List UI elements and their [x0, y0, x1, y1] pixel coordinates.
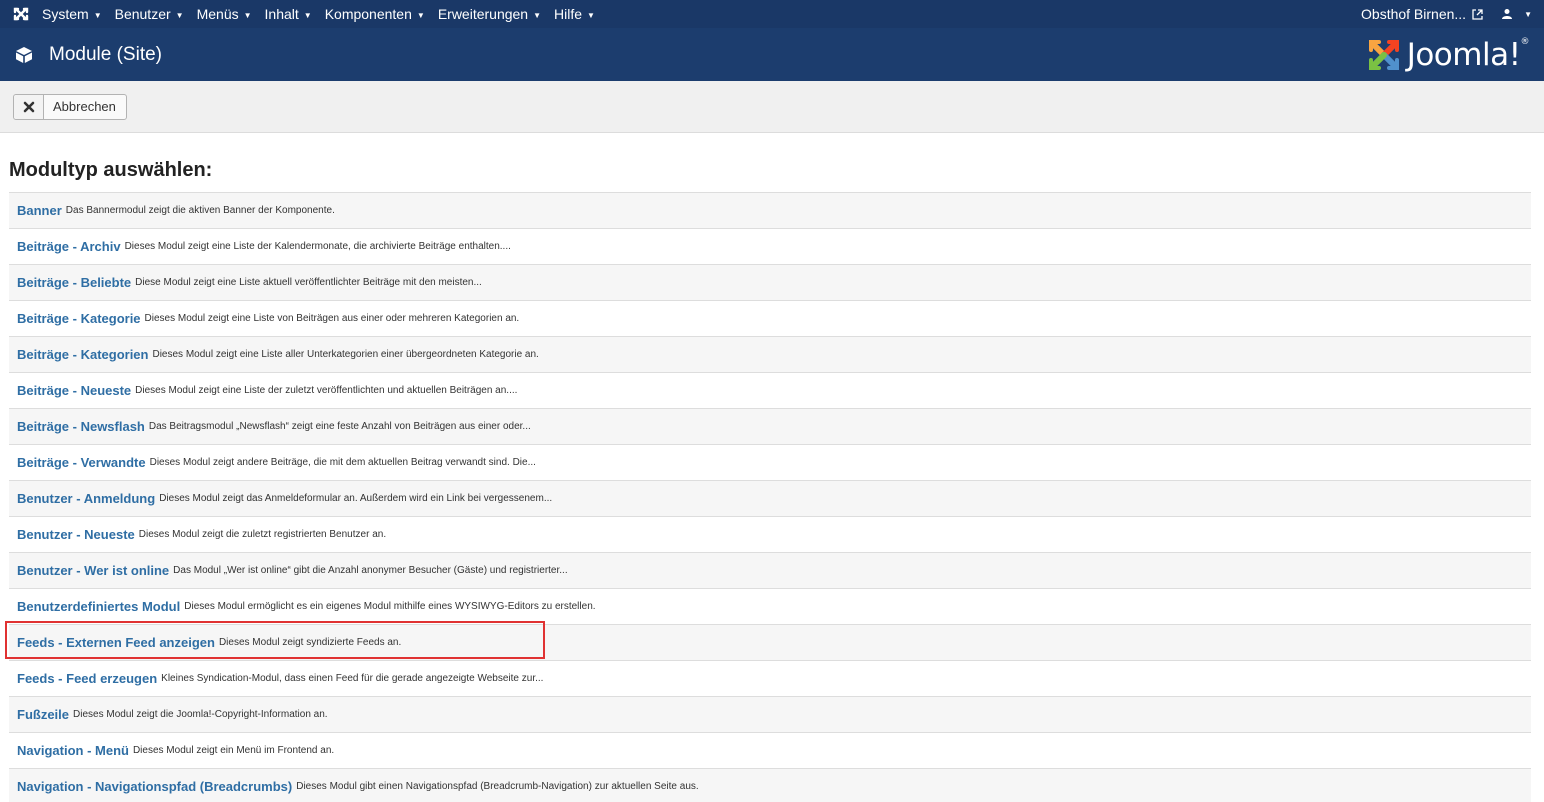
module-description: Das Modul „Wer ist online“ gibt die Anza…: [173, 565, 568, 576]
menu-erweiterungen[interactable]: Erweiterungen ▼: [438, 6, 541, 22]
module-item: Beiträge - Newsflash Das Beitragsmodul „N…: [9, 409, 1531, 445]
module-link[interactable]: Beiträge - Kategorie: [17, 311, 141, 326]
module-description: Dieses Modul zeigt ein Menü im Frontend …: [132, 745, 335, 756]
module-link[interactable]: Benutzer - Anmeldung: [17, 491, 155, 506]
page-title: Module (Site): [49, 43, 162, 65]
menu-menues[interactable]: Menüs ▼: [197, 6, 252, 22]
joomla-icon[interactable]: [12, 5, 30, 23]
caret-down-icon: ▼: [533, 10, 542, 20]
module-item: Fußzeile Dieses Modul zeigt die Joomla!-C…: [9, 697, 1531, 733]
module-description: Dieses Modul zeigt andere Beiträge, die …: [149, 457, 536, 468]
menu-menues-label: Menüs: [196, 6, 239, 22]
joomla-logo-icon: [1368, 39, 1399, 70]
module-item: Beiträge - Kategorien Dieses Modul zeigt …: [9, 337, 1531, 373]
module-description: Das Beitragsmodul „Newsflash“ zeigt eine…: [148, 421, 531, 432]
module-link[interactable]: Benutzer - Neueste: [17, 527, 135, 542]
menu-benutzer[interactable]: Benutzer ▼: [115, 6, 184, 22]
module-description: Dieses Modul zeigt eine Liste der Kalend…: [124, 241, 511, 252]
module-item: Beiträge - Beliebte Diese Modul zeigt ein…: [9, 265, 1531, 301]
module-description: Dieses Modul zeigt eine Liste aller Unte…: [152, 349, 539, 360]
external-link-icon: [1472, 8, 1483, 20]
main-content: Modultyp auswählen: Banner Das Bannermodu…: [0, 158, 1544, 802]
module-description: Dieses Modul zeigt eine Liste der zuletz…: [135, 385, 518, 396]
joomla-logo: Joomla!®: [1367, 37, 1529, 73]
module-description: Das Bannermodul zeigt die aktiven Banner…: [65, 205, 335, 216]
module-item: Navigation - Menü Dieses Modul zeigt ein …: [9, 733, 1531, 769]
caret-down-icon: ▼: [93, 10, 102, 20]
toolbar: Abbrechen: [0, 81, 1544, 133]
joomla-wordmark: Joomla!®: [1406, 36, 1530, 73]
module-link[interactable]: Beiträge - Verwandte: [17, 455, 146, 470]
module-link[interactable]: Beiträge - Newsflash: [17, 419, 145, 434]
user-menu[interactable]: ▼: [1501, 8, 1532, 20]
cube-icon: [15, 46, 33, 64]
logo-text: Joomla!: [1406, 36, 1521, 73]
module-link[interactable]: Benutzer - Wer ist online: [17, 563, 169, 578]
caret-down-icon: ▼: [1524, 9, 1532, 19]
module-description: Dieses Modul zeigt eine Liste von Beiträ…: [144, 313, 520, 324]
module-item: Feeds - Externen Feed anzeigen Dieses Mod…: [5, 621, 1531, 661]
module-item: Benutzer - Anmeldung Dieses Modul zeigt d…: [9, 481, 1531, 517]
logo-registered-mark: ®: [1520, 36, 1530, 47]
close-icon: [14, 94, 44, 119]
module-link[interactable]: Feeds - Feed erzeugen: [17, 671, 157, 686]
module-item: Feeds - Feed erzeugen Kleines Syndication…: [9, 661, 1531, 697]
menu-system[interactable]: System ▼: [42, 6, 102, 22]
module-description: Dieses Modul ermöglicht es ein eigenes M…: [184, 601, 596, 612]
module-item: Benutzerdefiniertes Modul Dieses Modul er…: [9, 589, 1531, 625]
top-right: Obsthof Birnen... ▼: [1361, 6, 1532, 22]
user-icon: [1502, 9, 1513, 19]
module-item: Beiträge - Verwandte Dieses Modul zeigt a…: [9, 445, 1531, 481]
caret-down-icon: ▼: [175, 10, 184, 20]
caret-down-icon: ▼: [303, 10, 312, 20]
menu-komponenten[interactable]: Komponenten ▼: [325, 6, 425, 22]
site-name: Obsthof Birnen...: [1361, 6, 1467, 22]
module-link[interactable]: Navigation - Menü: [17, 743, 129, 758]
module-link[interactable]: Fußzeile: [17, 707, 69, 722]
caret-down-icon: ▼: [587, 10, 595, 20]
module-link[interactable]: Beiträge - Beliebte: [17, 275, 131, 290]
caret-down-icon: ▼: [243, 10, 252, 20]
module-item: Navigation - Navigationspfad (Breadcrumb…: [9, 769, 1531, 802]
title-wrap: Module (Site): [15, 44, 162, 66]
menu-inhalt[interactable]: Inhalt ▼: [265, 6, 312, 22]
module-item: Beiträge - Kategorie Dieses Modul zeigt e…: [9, 301, 1531, 337]
menu-hilfe[interactable]: Hilfe ▼: [554, 6, 595, 22]
module-description: Dieses Modul zeigt die Joomla!-Copyright…: [73, 709, 328, 720]
page-header: Module (Site) Joomla!®: [0, 28, 1544, 81]
module-link[interactable]: Benutzerdefiniertes Modul: [17, 599, 180, 614]
module-description: Diese Modul zeigt eine Liste aktuell ver…: [135, 277, 482, 288]
caret-down-icon: ▼: [416, 10, 425, 20]
module-link[interactable]: Beiträge - Archiv: [17, 239, 121, 254]
module-link[interactable]: Banner: [17, 203, 62, 218]
top-navbar: System ▼ Benutzer ▼ Menüs ▼ Inhalt ▼ Kompone…: [0, 0, 1544, 28]
module-item: Beiträge - Neueste Dieses Modul zeigt ein…: [9, 373, 1531, 409]
menu-inhalt-label: Inhalt: [264, 6, 299, 22]
module-item: Benutzer - Neueste Dieses Modul zeigt die…: [9, 517, 1531, 553]
menu-komponenten-label: Komponenten: [324, 6, 412, 22]
module-item: Benutzer - Wer ist online Das Modul „Wer …: [9, 553, 1531, 589]
section-heading: Modultyp auswählen:: [9, 159, 213, 181]
module-link[interactable]: Beiträge - Kategorien: [17, 347, 148, 362]
module-description: Kleines Syndication-Modul, dass einen Fe…: [161, 673, 544, 684]
module-item: Beiträge - Archiv Dieses Modul zeigt eine…: [9, 229, 1531, 265]
top-menu: System ▼ Benutzer ▼ Menüs ▼ Inhalt ▼ Kompone…: [12, 5, 608, 23]
module-link[interactable]: Feeds - Externen Feed anzeigen: [17, 635, 215, 650]
module-description: Dieses Modul zeigt syndizierte Feeds an.: [218, 637, 402, 648]
module-link[interactable]: Navigation - Navigationspfad (Breadcrumb…: [17, 779, 292, 794]
menu-system-label: System: [42, 6, 89, 22]
cancel-button[interactable]: Abbrechen: [13, 93, 127, 120]
module-list: Banner Das Bannermodul zeigt die aktiven …: [5, 192, 1531, 802]
menu-erweiterungen-label: Erweiterungen: [437, 6, 529, 22]
cancel-button-label: Abbrechen: [53, 99, 116, 114]
module-description: Dieses Modul gibt einen Navigationspfad …: [296, 781, 699, 792]
module-description: Dieses Modul zeigt die zuletzt registrie…: [138, 529, 387, 540]
menu-benutzer-label: Benutzer: [114, 6, 171, 22]
site-link[interactable]: Obsthof Birnen...: [1361, 6, 1483, 22]
module-item: Banner Das Bannermodul zeigt die aktiven …: [9, 193, 1531, 229]
module-description: Dieses Modul zeigt das Anmeldeformular a…: [159, 493, 553, 504]
menu-hilfe-label: Hilfe: [554, 6, 583, 22]
module-link[interactable]: Beiträge - Neueste: [17, 383, 131, 398]
